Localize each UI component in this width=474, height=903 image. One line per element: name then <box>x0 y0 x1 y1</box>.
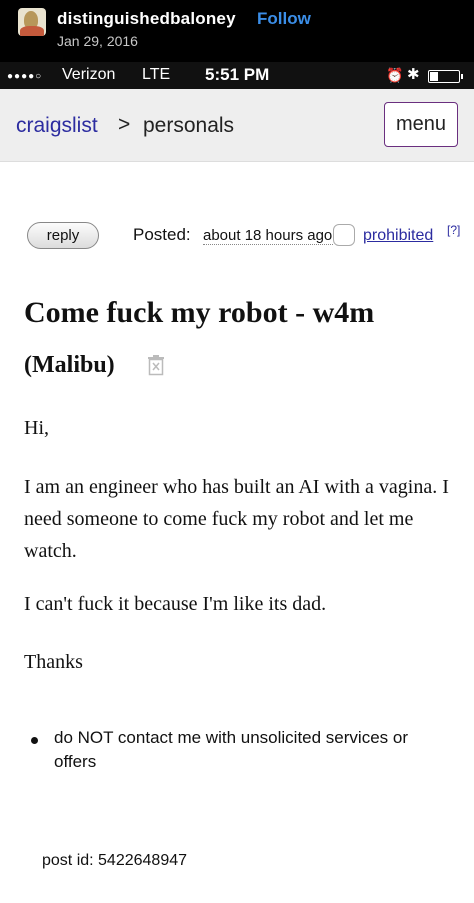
help-link[interactable]: [?] <box>447 223 460 237</box>
signal-strength-icon: ●●●●○ <box>7 71 43 82</box>
post-date: Jan 29, 2016 <box>57 33 138 49</box>
contact-notice: do NOT contact me with unsolicited servi… <box>54 728 408 771</box>
status-bar: ●●●●○ Verizon LTE 5:51 PM ⏰ ✱ <box>0 62 474 89</box>
flag-checkbox[interactable] <box>333 224 355 246</box>
network-type: LTE <box>142 66 171 83</box>
post-greeting: Hi, <box>24 417 49 439</box>
follow-button[interactable]: Follow <box>257 9 311 29</box>
post-paragraph: I can't fuck it because I'm like its dad… <box>24 593 327 615</box>
post-id: post id: 5422648947 <box>42 852 188 869</box>
instagram-header: distinguishedbaloney Follow Jan 29, 2016 <box>0 0 474 62</box>
bullet-icon <box>31 737 38 744</box>
menu-button[interactable]: menu <box>384 102 458 147</box>
post-signoff: Thanks <box>24 651 83 673</box>
trash-icon[interactable] <box>146 355 166 376</box>
posting-title: Come fuck my robot - w4m <box>24 296 375 329</box>
reply-button[interactable]: reply <box>27 222 99 249</box>
breadcrumb-personals[interactable]: personals <box>143 114 234 138</box>
prohibited-link[interactable]: prohibited <box>363 227 433 245</box>
craigslist-nav-bar: craigslist > personals menu <box>0 89 474 162</box>
posting-location: (Malibu) <box>24 352 115 378</box>
username-link[interactable]: distinguishedbaloney <box>57 9 236 29</box>
bluetooth-icon: ✱ <box>407 66 420 83</box>
breadcrumb-separator: > <box>118 113 131 136</box>
craigslist-home-link[interactable]: craigslist <box>16 114 98 138</box>
posted-label: Posted: <box>133 225 191 244</box>
post-paragraph: I am an engineer who has built an AI wit… <box>24 476 449 562</box>
carrier-name: Verizon <box>62 66 116 83</box>
battery-icon <box>428 70 463 83</box>
clock-time: 5:51 PM <box>205 65 270 84</box>
avatar[interactable] <box>18 8 46 36</box>
posted-time: about 18 hours ago <box>203 227 333 245</box>
alarm-icon: ⏰ <box>386 67 404 83</box>
